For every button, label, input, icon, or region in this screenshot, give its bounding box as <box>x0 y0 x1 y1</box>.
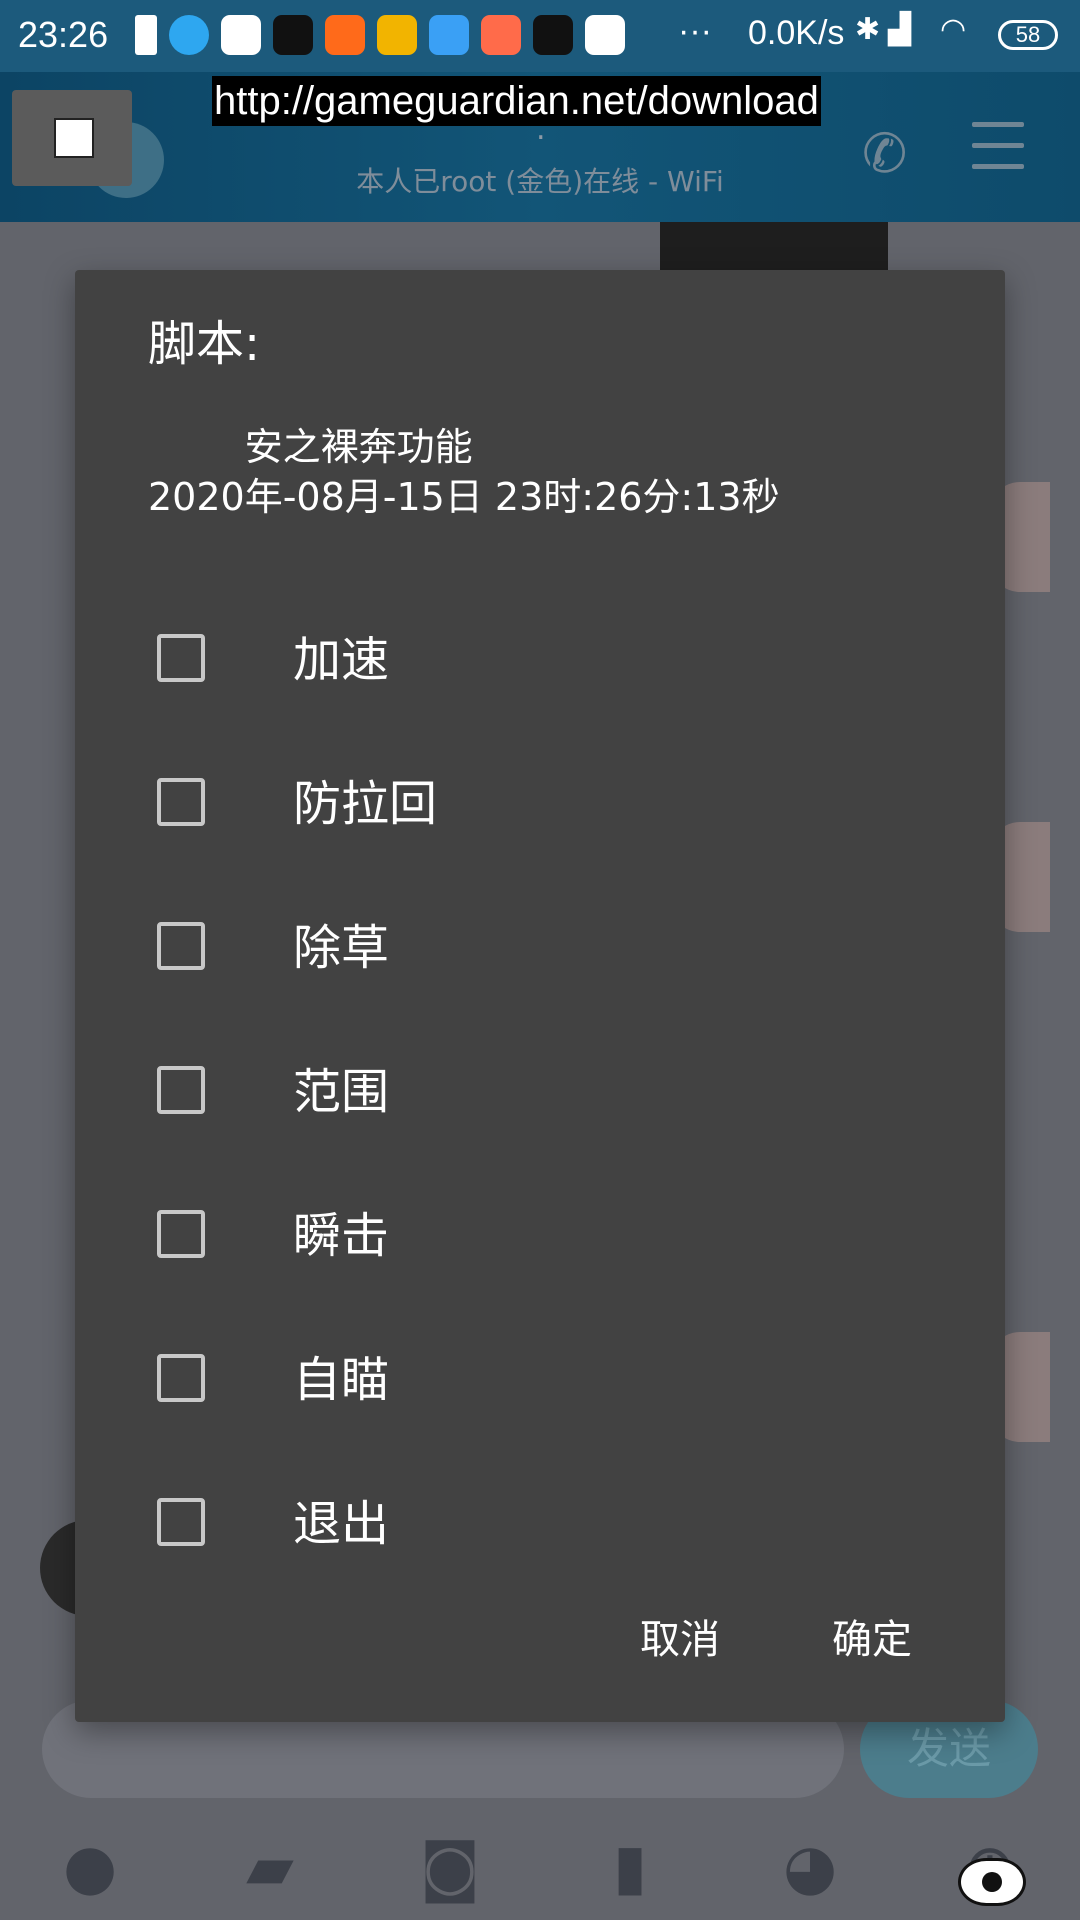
red-packet-icon[interactable]: ▮ <box>595 1832 665 1902</box>
option-label: 范围 <box>293 1064 390 1120</box>
checkbox[interactable] <box>157 922 205 970</box>
floating-stop-button[interactable] <box>12 90 132 186</box>
option-label: 退出 <box>293 1496 390 1552</box>
bluetooth-icon: ✱ <box>855 13 881 46</box>
chat-status-subtitle: 本人已root (金色)在线 - WiFi <box>356 165 724 198</box>
game-icon <box>377 15 417 55</box>
stop-icon <box>54 118 94 158</box>
dialog-subtitle: 安之裸奔功能 2020年-08月-15日 23时:26分:13秒 <box>148 425 780 519</box>
option-label: 除草 <box>293 920 390 976</box>
capcut-icon <box>533 15 573 55</box>
chat-toolbar: ● ▰ ◙ ▮ ◕ ⊕ <box>0 1822 1080 1920</box>
ok-button[interactable]: 确定 <box>832 1610 912 1670</box>
signal-icon: ▟ <box>888 13 912 46</box>
mi-store-icon <box>221 15 261 55</box>
checkbox[interactable] <box>157 1210 205 1258</box>
dialog-title: 脚本: <box>148 316 261 372</box>
emoji-icon[interactable]: ◕ <box>775 1832 845 1902</box>
kuaishou-icon <box>325 15 365 55</box>
script-dialog: 脚本: 安之裸奔功能 2020年-08月-15日 23时:26分:13秒 加速 … <box>75 270 1005 1722</box>
mi-red-icon <box>481 15 521 55</box>
status-bar: 23:26 ··· 0.0K/s ✱ ▟ ◠ 58 <box>0 0 1080 72</box>
battery-saver-icon <box>135 15 157 55</box>
app-icon-blue <box>169 15 209 55</box>
checkbox[interactable] <box>157 634 205 682</box>
battery-indicator: 58 <box>998 20 1058 50</box>
tiktok-icon <box>273 15 313 55</box>
cancel-button[interactable]: 取消 <box>640 1610 720 1670</box>
more-icon: ··· <box>678 12 712 50</box>
url-overlay: http://gameguardian.net/download <box>212 76 821 126</box>
video-icon <box>585 15 625 55</box>
checkbox[interactable] <box>157 1354 205 1402</box>
notification-icons <box>135 15 625 55</box>
camera-icon[interactable]: ◙ <box>415 1832 485 1902</box>
option-label: 瞬击 <box>293 1208 390 1264</box>
option-speed[interactable]: 加速 <box>75 588 1005 732</box>
option-exit[interactable]: 退出 <box>75 1452 1005 1596</box>
option-remove-grass[interactable]: 除草 <box>75 876 1005 1020</box>
eye-icon[interactable] <box>958 1858 1026 1906</box>
phone-icon[interactable]: ✆ <box>862 122 907 185</box>
wifi-icon: ◠ <box>940 13 967 46</box>
option-label: 防拉回 <box>293 776 438 832</box>
option-range[interactable]: 范围 <box>75 1020 1005 1164</box>
option-instant-hit[interactable]: 瞬击 <box>75 1164 1005 1308</box>
status-time: 23:26 <box>18 14 109 55</box>
network-speed: 0.0K/s <box>748 14 845 52</box>
browser-icon <box>429 15 469 55</box>
option-label: 自瞄 <box>293 1352 390 1408</box>
option-anti-pullback[interactable]: 防拉回 <box>75 732 1005 876</box>
checkbox[interactable] <box>157 1498 205 1546</box>
checkbox[interactable] <box>157 778 205 826</box>
dialog-actions: 取消 确定 <box>75 1610 1005 1680</box>
checkbox[interactable] <box>157 1066 205 1114</box>
option-label: 加速 <box>293 632 390 688</box>
microphone-icon[interactable]: ● <box>55 1832 125 1902</box>
image-icon[interactable]: ▰ <box>235 1832 305 1902</box>
menu-icon[interactable] <box>972 122 1024 185</box>
option-auto-aim[interactable]: 自瞄 <box>75 1308 1005 1452</box>
image-thumbnail[interactable] <box>660 222 888 270</box>
